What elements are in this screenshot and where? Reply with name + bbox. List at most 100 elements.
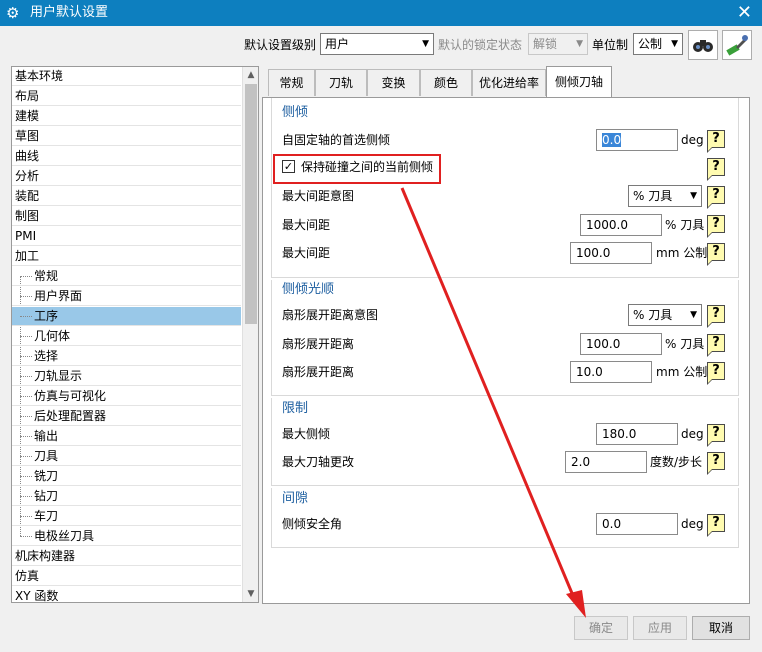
tree-item[interactable]: 铣刀 xyxy=(12,467,241,486)
tilt-safe-angle-input[interactable]: 0.0 xyxy=(596,513,678,535)
help-icon[interactable]: ? xyxy=(707,362,725,385)
tree-connector xyxy=(20,356,32,357)
wrench-icon xyxy=(726,35,748,56)
lock-select: 解锁 ▼ xyxy=(528,33,588,55)
category-tree[interactable]: ▲ ▼ 基本环境 布局 建模 草图曲线分析 装配制图 PMI 加工常规用户界面工序几何体选择… xyxy=(11,66,259,603)
tree-connector xyxy=(20,336,32,337)
help-icon[interactable]: ? xyxy=(707,243,725,266)
tree-item[interactable]: 刀轨显示 xyxy=(12,367,241,386)
scroll-down-icon[interactable]: ▼ xyxy=(243,586,258,602)
tree-item[interactable]: 工序 xyxy=(12,307,241,326)
tree-item[interactable]: 后处理配置器 xyxy=(12,407,241,426)
binoculars-icon xyxy=(693,40,713,52)
fan-mm-label: 扇形展开距离 xyxy=(282,365,355,379)
tilt-safe-angle-label: 侧倾安全角 xyxy=(282,517,343,531)
scroll-thumb[interactable] xyxy=(245,84,257,324)
chevron-down-icon: ▼ xyxy=(690,310,697,320)
tree-item[interactable]: 建模 xyxy=(12,107,241,126)
apply-button[interactable]: 应用 xyxy=(633,616,687,640)
fan-percent-input[interactable]: 100.0 xyxy=(580,333,662,355)
tree-item[interactable]: PMI xyxy=(12,227,241,246)
help-icon[interactable]: ? xyxy=(707,130,725,153)
tree-item[interactable]: 仿真与可视化 xyxy=(12,387,241,406)
chevron-down-icon: ▼ xyxy=(690,191,697,201)
tree-item-label: 几何体 xyxy=(34,329,71,343)
tree-item[interactable]: 钻刀 xyxy=(12,487,241,506)
tree-item[interactable]: 电极丝刀具 xyxy=(12,527,241,546)
tree-item[interactable]: 仿真 xyxy=(12,567,241,586)
tree-item-label: 工序 xyxy=(34,309,59,323)
cancel-button[interactable]: 取消 xyxy=(692,616,750,640)
tree-item[interactable]: 布局 xyxy=(12,87,241,106)
settings-tool-button[interactable] xyxy=(722,30,752,60)
help-icon[interactable]: ? xyxy=(707,334,725,357)
preferred-tilt-label: 自固定轴的首选侧倾 xyxy=(282,133,391,147)
tree-item-label: 钻刀 xyxy=(34,489,59,503)
help-icon[interactable]: ? xyxy=(707,514,725,537)
fan-intent-label: 扇形展开距离意图 xyxy=(282,308,379,322)
level-select[interactable]: 用户 ▼ xyxy=(320,33,434,55)
preferred-tilt-input[interactable]: 0.0 xyxy=(596,129,678,151)
group-title-clearance: 间隙 xyxy=(282,491,309,506)
tree-item[interactable]: 车刀 xyxy=(12,507,241,526)
help-icon[interactable]: ? xyxy=(707,186,725,209)
max-gap-intent-select[interactable]: % 刀具 ▼ xyxy=(628,185,702,207)
fan-intent-select[interactable]: % 刀具 ▼ xyxy=(628,304,702,326)
tree-item-label: 车刀 xyxy=(34,509,59,523)
tab-transform[interactable]: 变换 xyxy=(367,69,420,96)
tab-general[interactable]: 常规 xyxy=(268,69,315,96)
tree-item[interactable]: XY 函数 xyxy=(12,587,241,602)
close-icon[interactable]: ✕ xyxy=(737,2,752,24)
tree-item[interactable]: 制图 xyxy=(12,207,241,226)
tree-item[interactable]: 刀具 xyxy=(12,447,241,466)
tree-scrollbar[interactable]: ▲ ▼ xyxy=(242,67,258,602)
unit-select-value: 公制 xyxy=(638,37,663,51)
tree-item[interactable]: 分析 xyxy=(12,167,241,186)
tab-tilt-axis[interactable]: 侧倾刀轴 xyxy=(546,66,612,98)
tree-item-label: 刀轨显示 xyxy=(34,369,83,383)
tree-item-label: 曲线 xyxy=(15,149,40,163)
tree-item-label: 常规 xyxy=(34,269,59,283)
tree-item-label: 用户界面 xyxy=(34,289,83,303)
tree-item[interactable]: 输出 xyxy=(12,427,241,446)
scroll-up-icon[interactable]: ▲ xyxy=(243,67,258,83)
tab-optimize-feed[interactable]: 优化进给率 xyxy=(472,69,546,96)
fan-mm-input[interactable]: 10.0 xyxy=(570,361,652,383)
tree-item[interactable]: 常规 xyxy=(12,267,241,286)
tree-item-label: 加工 xyxy=(15,249,40,263)
tree-item[interactable]: 装配 xyxy=(12,187,241,206)
lock-select-value: 解锁 xyxy=(533,37,558,51)
help-icon[interactable]: ? xyxy=(707,158,725,181)
max-tilt-label: 最大侧倾 xyxy=(282,427,331,441)
max-gap-intent-label: 最大间距意图 xyxy=(282,189,355,203)
help-icon[interactable]: ? xyxy=(707,305,725,328)
tab-toolpath[interactable]: 刀轨 xyxy=(315,69,367,96)
group-title-smooth: 侧倾光顺 xyxy=(282,282,335,297)
tree-item[interactable]: 草图 xyxy=(12,127,241,146)
help-icon[interactable]: ? xyxy=(707,452,725,475)
tree-item[interactable]: 用户界面 xyxy=(12,287,241,306)
tree-item[interactable]: 选择 xyxy=(12,347,241,366)
help-icon[interactable]: ? xyxy=(707,215,725,238)
unit-select[interactable]: 公制 ▼ xyxy=(633,33,683,55)
tilt-safe-angle-unit: deg xyxy=(681,517,704,531)
tree-item-label: 制图 xyxy=(15,209,40,223)
tree-item-label: 选择 xyxy=(34,349,59,363)
max-gap-percent-input[interactable]: 1000.0 xyxy=(580,214,662,236)
tree-item[interactable]: 加工 xyxy=(12,247,241,266)
tree-item[interactable]: 曲线 xyxy=(12,147,241,166)
tree-connector xyxy=(20,316,32,317)
max-axis-change-input[interactable]: 2.0 xyxy=(565,451,647,473)
tree-item[interactable]: 机床构建器 xyxy=(12,547,241,566)
tree-item[interactable]: 基本环境 xyxy=(12,67,241,86)
group-title-limit: 限制 xyxy=(282,401,309,416)
find-button[interactable] xyxy=(688,30,718,60)
tree-item[interactable]: 几何体 xyxy=(12,327,241,346)
tree-item-label: 铣刀 xyxy=(34,469,59,483)
level-label: 默认设置级别 xyxy=(244,38,317,52)
tab-color[interactable]: 颜色 xyxy=(420,69,472,96)
ok-button[interactable]: 确定 xyxy=(574,616,628,640)
max-tilt-input[interactable]: 180.0 xyxy=(596,423,678,445)
max-gap-mm-input[interactable]: 100.0 xyxy=(570,242,652,264)
help-icon[interactable]: ? xyxy=(707,424,725,447)
